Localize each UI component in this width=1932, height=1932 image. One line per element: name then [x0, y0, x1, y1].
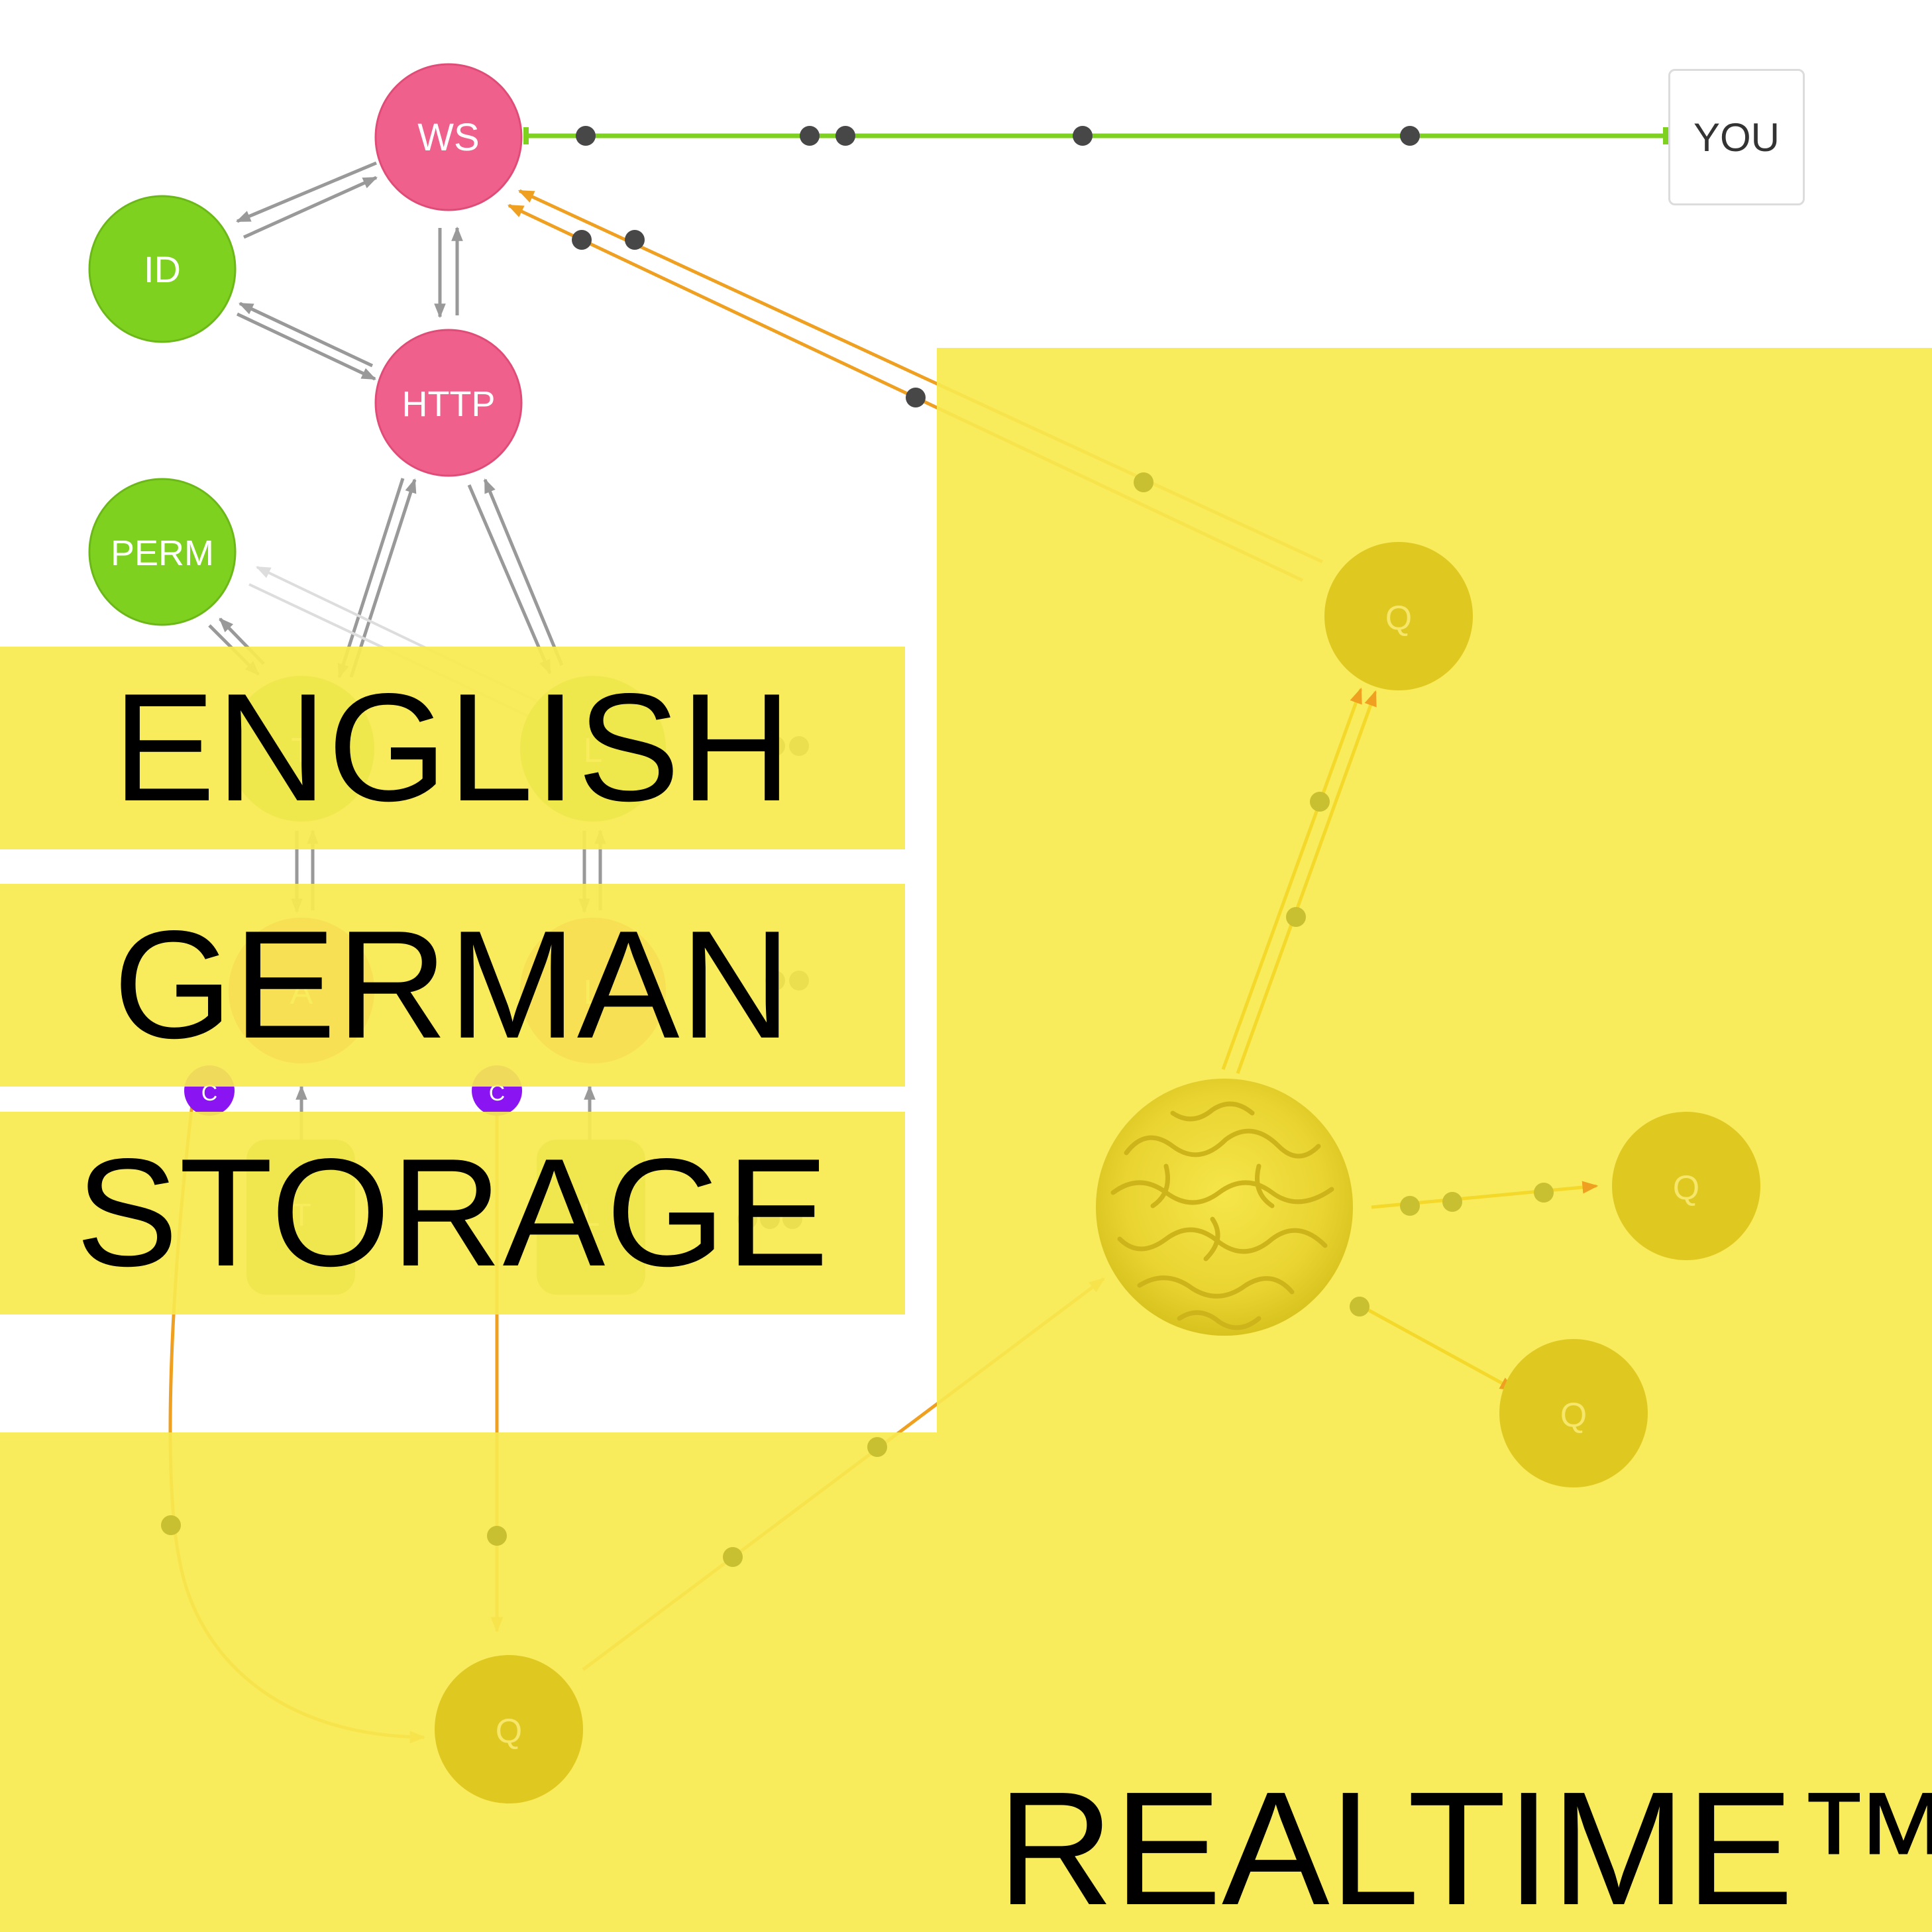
message-dot	[576, 126, 596, 146]
edge-l-to-http	[483, 478, 564, 666]
message-dot	[906, 388, 926, 407]
message-dot	[835, 126, 855, 146]
band-storage: STORAGE	[0, 1112, 905, 1315]
node-label: Q	[1673, 1169, 1699, 1207]
message-dot	[800, 126, 820, 146]
node-ws[interactable]: WS	[374, 63, 523, 211]
message-dot	[1400, 126, 1420, 146]
node-http[interactable]: HTTP	[374, 329, 523, 477]
node-perm[interactable]: PERM	[88, 478, 237, 626]
node-label: Q	[496, 1712, 522, 1750]
band-english-label: ENGLISH	[113, 662, 792, 833]
node-q-bottom[interactable]: Q	[435, 1655, 583, 1803]
node-label: WS	[417, 116, 479, 159]
realtime-title: REALTIME™	[997, 1758, 1932, 1932]
ws-you-connection	[523, 126, 1668, 146]
message-dot	[572, 230, 592, 250]
band-german-label: GERMAN	[113, 899, 792, 1071]
node-label: HTTP	[402, 384, 496, 424]
edge-ws-to-id	[235, 161, 377, 223]
architecture-diagram: T L A L T L	[0, 0, 1932, 1932]
node-label: ID	[144, 248, 181, 290]
edge-id-to-ws	[242, 176, 378, 239]
brain-icon[interactable]	[1096, 1079, 1353, 1336]
you-node[interactable]: YOU	[1668, 69, 1805, 205]
node-q-top[interactable]: Q	[1324, 542, 1473, 690]
band-storage-label: STORAGE	[76, 1127, 830, 1299]
you-label: YOU	[1693, 115, 1780, 160]
edge-id-to-http	[236, 312, 376, 381]
node-id[interactable]: ID	[88, 195, 237, 343]
node-label: Q	[1560, 1396, 1587, 1434]
message-dot	[625, 230, 645, 250]
node-label: PERM	[111, 533, 214, 573]
edge-http-to-id	[239, 301, 374, 368]
node-q-lower-right[interactable]: Q	[1499, 1339, 1648, 1487]
node-q-right[interactable]: Q	[1612, 1112, 1760, 1260]
band-english: ENGLISH	[0, 647, 905, 849]
node-label: Q	[1385, 599, 1412, 637]
band-german: GERMAN	[0, 884, 905, 1087]
message-dot	[1073, 126, 1093, 146]
edge-http-to-l	[467, 484, 552, 675]
